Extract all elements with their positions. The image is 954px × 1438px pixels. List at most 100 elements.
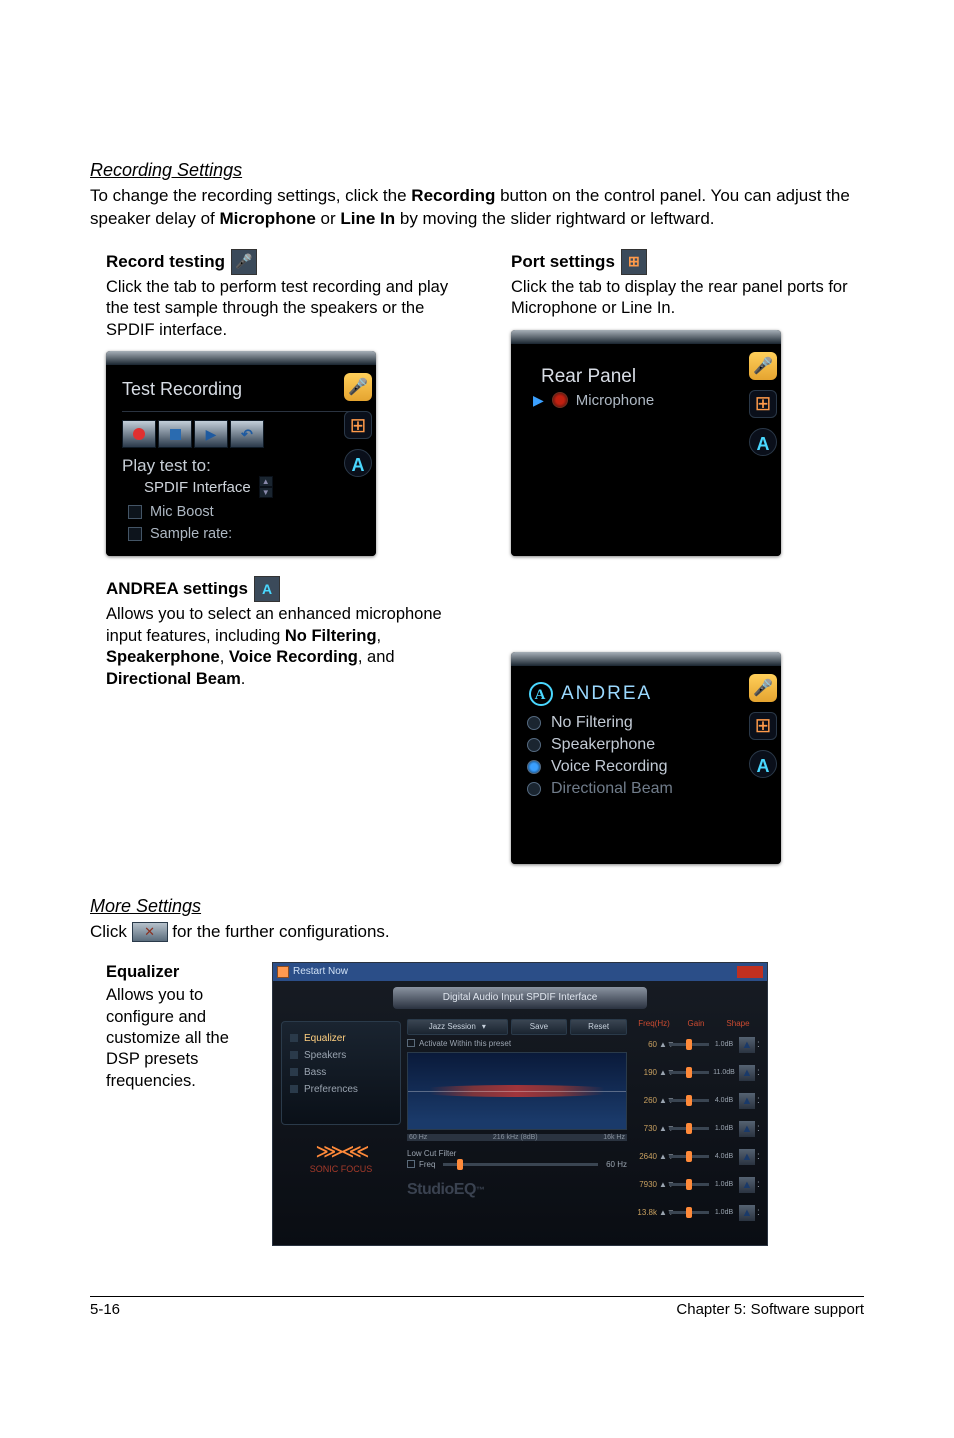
eq-curve [407, 1052, 627, 1130]
stepper-icon[interactable]: ▲▼ [659, 1180, 667, 1189]
play-button[interactable]: ▶ [194, 420, 228, 448]
port-tab-icon: ⊞ [621, 249, 647, 275]
play-test-label: Play test to: [122, 456, 364, 476]
shape-more-icon[interactable]: : [757, 1067, 761, 1078]
side-port-icon[interactable]: ⊞ [749, 390, 777, 418]
stepper-icon[interactable]: ▲▼ [659, 1040, 667, 1049]
chevron-down-icon: ▾ [482, 1022, 486, 1031]
transport-controls: ▶ ↶ [122, 420, 364, 448]
activate-checkbox[interactable] [407, 1039, 415, 1047]
opt-label: Speakerphone [551, 736, 655, 754]
panel-title: Test Recording [122, 375, 364, 406]
text: , and [358, 648, 395, 666]
undo-button[interactable]: ↶ [230, 420, 264, 448]
shape-more-icon[interactable]: : [757, 1095, 761, 1106]
nav-equalizer[interactable]: Equalizer [282, 1030, 400, 1047]
shape-button[interactable]: ▲ [739, 1065, 755, 1081]
spinner-up-icon[interactable]: ▲ [259, 476, 273, 487]
shape-more-icon[interactable]: : [757, 1207, 761, 1218]
shape-button[interactable]: ▲ [739, 1205, 755, 1221]
nav-speakers[interactable]: Speakers [282, 1047, 400, 1064]
shape-button[interactable]: ▲ [739, 1149, 755, 1165]
radio-nofiltering[interactable] [527, 716, 541, 730]
shape-more-icon[interactable]: : [757, 1039, 761, 1050]
lowcut-slider[interactable] [443, 1163, 598, 1166]
mic-boost-checkbox[interactable] [128, 505, 142, 519]
side-andrea-icon[interactable]: A [749, 428, 777, 456]
stop-button[interactable] [158, 420, 192, 448]
radio-voicerecording[interactable] [527, 760, 541, 774]
more-desc: Click ✕ for the further configurations. [90, 921, 864, 944]
nav-label: Equalizer [304, 1033, 346, 1044]
stepper-icon[interactable]: ▲▼ [659, 1124, 667, 1133]
gain-slider[interactable] [669, 1155, 709, 1158]
subhead-label: ANDREA settings [106, 579, 248, 599]
shape-more-icon[interactable]: : [757, 1179, 761, 1190]
interface-tab[interactable]: Digital Audio Input SPDIF Interface [393, 987, 647, 1009]
close-icon[interactable] [737, 966, 763, 978]
band-gain: 1.0dB [711, 1041, 737, 1048]
nav-bass[interactable]: Bass [282, 1064, 400, 1081]
spdif-spinner[interactable]: ▲ ▼ [259, 476, 273, 498]
stepper-icon[interactable]: ▲▼ [659, 1096, 667, 1105]
subhead-port-settings: Port settings ⊞ [511, 249, 647, 275]
lowcut-label: Low Cut Filter [407, 1149, 627, 1158]
side-andrea-icon[interactable]: A [749, 750, 777, 778]
lowcut-checkbox[interactable] [407, 1160, 415, 1168]
bold-recording: Recording [411, 186, 495, 205]
record-button[interactable] [122, 420, 156, 448]
eq-band-row: 60▲▼1.0dB▲: [631, 1032, 761, 1058]
side-port-icon[interactable]: ⊞ [344, 411, 372, 439]
text: Allows you to select an enhanced microph… [106, 605, 442, 644]
shape-button[interactable]: ▲ [739, 1093, 755, 1109]
text: To change the recording settings, click … [90, 186, 411, 205]
settings-button-icon[interactable]: ✕ [132, 922, 168, 942]
preset-dropdown[interactable]: Jazz Session ▾ [407, 1019, 508, 1035]
test-recording-panel: Test Recording ▶ ↶ Play test to: SPDIF I… [106, 351, 376, 556]
gain-slider[interactable] [669, 1043, 709, 1046]
shape-more-icon[interactable]: : [757, 1123, 761, 1134]
bold-directionalbeam: Directional Beam [106, 670, 241, 688]
radio-directionalbeam[interactable] [527, 782, 541, 796]
shape-button[interactable]: ▲ [739, 1121, 755, 1137]
sample-rate-checkbox[interactable] [128, 527, 142, 541]
side-port-icon[interactable]: ⊞ [749, 712, 777, 740]
rear-panel: Rear Panel ▶ Microphone 🎤 ⊞ A [511, 330, 781, 556]
preset-value: Jazz Session [429, 1022, 476, 1031]
stepper-icon[interactable]: ▲▼ [659, 1208, 667, 1217]
side-mic-icon[interactable]: 🎤 [344, 373, 372, 401]
gain-slider[interactable] [669, 1183, 709, 1186]
nav-preferences[interactable]: Preferences [282, 1081, 400, 1098]
window-icon [277, 966, 289, 978]
sample-rate-label: Sample rate: [150, 526, 232, 542]
stepper-icon[interactable]: ▲▼ [659, 1152, 667, 1161]
shape-more-icon[interactable]: : [757, 1151, 761, 1162]
andrea-logo-icon: A [529, 682, 553, 706]
activate-label: Activate Within this preset [419, 1039, 511, 1048]
reset-button[interactable]: Reset [570, 1019, 627, 1035]
radio-speakerphone[interactable] [527, 738, 541, 752]
eq-band-row: 13.8k▲▼1.0dB▲: [631, 1200, 761, 1226]
spinner-down-icon[interactable]: ▼ [259, 487, 273, 498]
shape-button[interactable]: ▲ [739, 1177, 755, 1193]
port-settings-desc: Click the tab to display the rear panel … [511, 277, 864, 320]
side-mic-icon[interactable]: 🎤 [749, 352, 777, 380]
gain-slider[interactable] [669, 1127, 709, 1130]
gain-slider[interactable] [669, 1099, 709, 1102]
gain-slider[interactable] [669, 1211, 709, 1214]
chapter-label: Chapter 5: Software support [676, 1301, 864, 1318]
band-freq: 730 [631, 1124, 657, 1133]
save-button[interactable]: Save [511, 1019, 568, 1035]
side-mic-icon[interactable]: 🎤 [749, 674, 777, 702]
expand-icon[interactable]: ▶ [533, 392, 544, 409]
curve-mid-label: 216 kHz (8dB) [493, 1134, 538, 1141]
bold-nofiltering: No Filtering [285, 627, 377, 645]
equalizer-desc: Allows you to configure and customize al… [106, 985, 250, 1092]
shape-button[interactable]: ▲ [739, 1037, 755, 1053]
bold-linein: Line In [340, 209, 395, 228]
band-freq: 260 [631, 1096, 657, 1105]
side-andrea-icon[interactable]: A [344, 449, 372, 477]
stepper-icon[interactable]: ▲▼ [659, 1068, 667, 1077]
gain-slider[interactable] [669, 1071, 709, 1074]
band-gain: 1.0dB [711, 1209, 737, 1216]
